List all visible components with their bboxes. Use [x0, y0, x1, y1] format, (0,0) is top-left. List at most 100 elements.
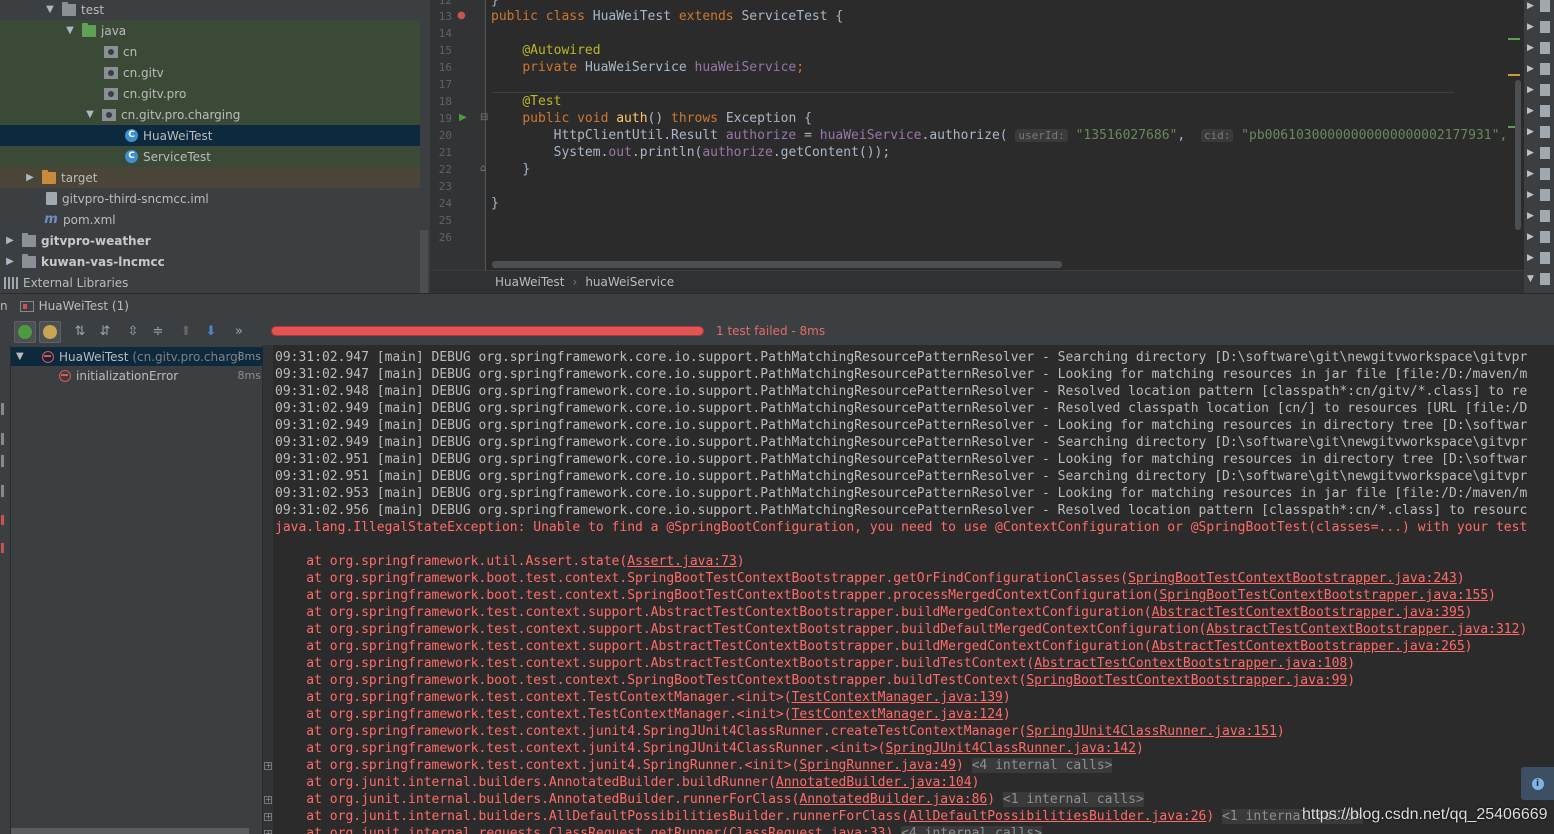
stack-frame-link[interactable]: AnnotatedBuilder.java:104 — [776, 775, 972, 790]
next-failed-button[interactable]: ⬇ — [200, 321, 222, 343]
tree-item-label: java — [101, 23, 127, 38]
event-log-button[interactable]: i — [1521, 767, 1554, 800]
tree-item-external-libraries[interactable]: External Libraries — [0, 272, 420, 293]
collapsed-node[interactable]: ▶ — [1524, 227, 1554, 248]
collapsed-node[interactable]: ▶ — [1524, 38, 1554, 59]
sort-duration-button[interactable]: ⇵ — [94, 321, 116, 343]
stop-icon[interactable] — [1, 433, 4, 445]
tree-item-test[interactable]: ▼ test — [0, 0, 420, 20]
stack-frame: at org.springframework.test.context.Test… — [275, 706, 1010, 723]
tree-item-servicetest[interactable]: C ServiceTest — [0, 146, 420, 167]
chevron-right-icon[interactable]: ▶ — [24, 172, 36, 184]
chevron-right-icon[interactable]: ▶ — [4, 235, 16, 247]
stack-frame-end: ) — [1456, 571, 1465, 586]
rerun-icon[interactable] — [1, 403, 4, 415]
run-tab[interactable]: HuaWeiTest (1) — [39, 299, 129, 313]
expand-fold-icon[interactable]: + — [264, 762, 272, 770]
chevron-down-icon[interactable]: ▼ — [44, 4, 56, 16]
change-marker[interactable] — [1508, 38, 1520, 40]
collapsed-node[interactable]: ▶ — [1524, 206, 1554, 227]
stack-frame-link[interactable]: SpringRunner.java:49 — [799, 758, 956, 773]
chevron-right-icon[interactable]: ▶ — [4, 256, 16, 268]
tree-item-cn[interactable]: cn — [0, 41, 420, 62]
error-icon[interactable] — [1, 515, 4, 525]
pin-icon[interactable] — [1, 455, 4, 467]
stack-frame-link[interactable]: AbstractTestContextBootstrapper.java:108 — [1034, 656, 1347, 671]
stack-frame-link[interactable]: ClassRequest.java:33 — [729, 826, 886, 834]
fold-end-icon[interactable]: ⌂ — [480, 163, 486, 175]
chevron-down-icon[interactable]: ▼ — [64, 25, 76, 37]
stack-frame-link[interactable]: SpringBootTestContextBootstrapper.java:9… — [1026, 673, 1347, 688]
previous-failed-button[interactable]: ⬆ — [175, 321, 197, 343]
stack-frame-link[interactable]: TestContextManager.java:139 — [792, 690, 1003, 705]
internal-calls-fold[interactable]: <1 internal calls> — [1002, 792, 1144, 807]
tree-item-iml[interactable]: gitvpro-third-sncmcc.iml — [0, 188, 420, 209]
stack-frame-link[interactable]: AbstractTestContextBootstrapper.java:395 — [1152, 605, 1465, 620]
stack-frame-link[interactable]: AnnotatedBuilder.java:86 — [799, 792, 987, 807]
tree-item-cn-gitv-pro[interactable]: cn.gitv.pro — [0, 83, 420, 104]
collapsed-node[interactable]: ▶ — [1524, 122, 1554, 143]
stack-frame-link[interactable]: AbstractTestContextBootstrapper.java:265 — [1152, 639, 1465, 654]
stack-frame-link[interactable]: AbstractTestContextBootstrapper.java:312 — [1206, 622, 1519, 637]
fold-icon[interactable]: ⊟ — [480, 112, 488, 124]
chevron-down-icon[interactable]: ▼ — [16, 351, 28, 362]
internal-calls-fold[interactable]: <4 internal calls> — [901, 826, 1043, 834]
expanded-node[interactable]: ▼ — [1524, 269, 1554, 290]
test-class-row[interactable]: ▼ HuaWeiTest (cn.gitv.pro.chargi 8ms — [11, 347, 263, 366]
tree-item-huaweitest[interactable]: C HuaWeiTest — [0, 125, 420, 146]
stack-frame-link[interactable]: AllDefaultPossibilitiesBuilder.java:26 — [909, 809, 1206, 824]
more-button[interactable]: » — [228, 321, 250, 343]
stack-frame-link[interactable]: SpringBootTestContextBootstrapper.java:1… — [1159, 588, 1488, 603]
tree-horizontal-scrollbar[interactable] — [11, 828, 249, 834]
collapsed-node[interactable]: ▶ — [1524, 17, 1554, 38]
breadcrumb-class[interactable]: HuaWeiTest — [495, 275, 565, 289]
tree-item-cn-gitv[interactable]: cn.gitv — [0, 62, 420, 83]
console-output[interactable]: + + + + 09:31:02.947 [main] DEBUG org.sprin… — [263, 345, 1554, 834]
collapsed-node[interactable]: ▶ — [1524, 248, 1554, 269]
run-failed-icon[interactable]: ● — [457, 10, 466, 22]
exit-icon[interactable] — [1, 543, 4, 553]
expand-fold-icon[interactable]: + — [264, 830, 272, 834]
collapsed-node[interactable]: ▶ — [1524, 0, 1554, 17]
code-editor[interactable]: 12 13 14 15 16 17 18 19 20 21 22 23 24 2… — [430, 0, 1524, 270]
test-method-row[interactable]: initializationError 8ms — [11, 366, 263, 385]
line-number: 13 — [438, 10, 452, 23]
editor-horizontal-scrollbar[interactable] — [492, 261, 1062, 268]
tree-item-pom[interactable]: m pom.xml — [0, 209, 420, 230]
dump-icon[interactable] — [1, 485, 4, 497]
collapse-all-button[interactable]: ≑ — [147, 321, 169, 343]
test-status: 1 test failed - 8ms — [716, 324, 826, 338]
collapsed-node[interactable]: ▶ — [1524, 164, 1554, 185]
project-scrollbar[interactable] — [420, 230, 428, 293]
stack-frame-link[interactable]: SpringJUnit4ClassRunner.java:142 — [885, 741, 1135, 756]
breadcrumb-field[interactable]: huaWeiService — [585, 275, 674, 289]
show-ignored-toggle[interactable] — [39, 320, 61, 343]
collapsed-node[interactable]: ▶ — [1524, 101, 1554, 122]
tree-item-target[interactable]: ▶ target — [0, 167, 420, 188]
tree-item-cn-gitv-pro-charging[interactable]: ▼ cn.gitv.pro.charging — [0, 104, 420, 125]
chevron-down-icon[interactable]: ▼ — [84, 109, 96, 121]
expand-fold-icon[interactable]: + — [264, 796, 272, 804]
collapsed-node[interactable]: ▶ — [1524, 59, 1554, 80]
stack-frame-link[interactable]: Assert.java:73 — [627, 554, 737, 569]
passed-icon — [18, 324, 32, 339]
collapsed-node[interactable]: ▶ — [1524, 143, 1554, 164]
sort-alpha-button[interactable]: ⇅ — [69, 321, 91, 343]
stack-frame-link[interactable]: SpringJUnit4ClassRunner.java:151 — [1026, 724, 1276, 739]
stack-frame-link[interactable]: SpringBootTestContextBootstrapper.java:2… — [1128, 571, 1457, 586]
show-passed-toggle[interactable] — [14, 320, 36, 343]
tree-item-kuwan-vas[interactable]: ▶ kuwan-vas-lncmcc — [0, 251, 420, 272]
tree-item-gitvpro-weather[interactable]: ▶ gitvpro-weather — [0, 230, 420, 251]
expand-all-button[interactable]: ⇳ — [122, 321, 144, 343]
warning-marker[interactable] — [1508, 74, 1520, 76]
expand-fold-icon[interactable]: + — [264, 813, 272, 821]
run-test-icon[interactable]: ▶ — [459, 112, 467, 124]
stack-frame: at org.springframework.test.context.supp… — [275, 621, 1527, 638]
editor-vertical-scrollbar[interactable] — [1515, 80, 1521, 230]
collapsed-node[interactable]: ▶ — [1524, 80, 1554, 101]
collapsed-node[interactable]: ▶ — [1524, 185, 1554, 206]
internal-calls-fold[interactable]: <4 internal calls> — [971, 758, 1113, 773]
stack-frame-link[interactable]: TestContextManager.java:124 — [792, 707, 1003, 722]
stack-frame-method: at org.springframework.test.context.supp… — [275, 605, 1152, 620]
tree-item-java[interactable]: ▼ java — [0, 20, 420, 41]
